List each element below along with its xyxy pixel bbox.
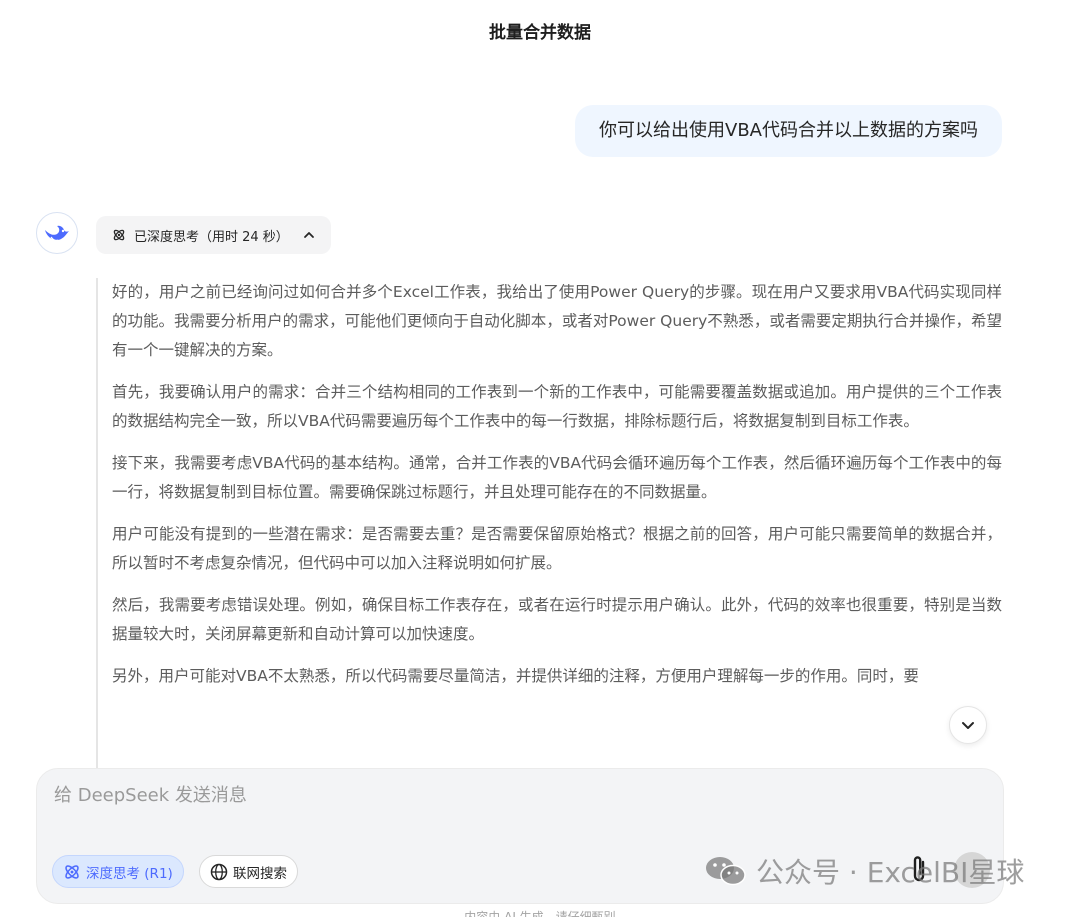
reasoning-paragraph: 用户可能没有提到的一些潜在需求：是否需要去重？是否需要保留原始格式？根据之前的回… <box>112 525 1002 572</box>
ai-disclaimer: 内容由 AI 生成，请仔细甄别 <box>464 910 616 917</box>
reasoning-paragraph: 另外，用户可能对VBA不太熟悉，所以代码需要尽量简洁，并提供详细的注释，方便用户… <box>112 667 919 685</box>
reasoning-content: 好的，用户之前已经询问过如何合并多个Excel工作表，我给出了使用Power Q… <box>96 278 1002 768</box>
attach-file-button[interactable] <box>906 852 932 886</box>
atom-icon <box>65 864 79 879</box>
reasoning-paragraph: 首先，我要确认用户的需求：合并三个结构相同的工作表到一个新的工作表中，可能需要覆… <box>112 383 1002 430</box>
assistant-avatar <box>36 212 78 254</box>
paperclip-icon <box>913 856 925 882</box>
deep-think-label: 深度思考 (R1) <box>86 865 173 882</box>
send-button[interactable] <box>954 852 990 888</box>
conversation-title: 批量合并数据 <box>489 23 591 43</box>
think-chip-label: 已深度思考（用时 24 秒） <box>134 229 289 245</box>
web-search-button[interactable]: 联网搜索 <box>199 855 298 888</box>
user-message-bubble: 你可以给出使用VBA代码合并以上数据的方案吗 <box>575 105 1002 157</box>
deepseek-whale-icon <box>45 225 69 241</box>
message-input[interactable] <box>54 785 954 806</box>
chevron-down-icon <box>962 722 974 729</box>
deep-think-toggle[interactable]: 已深度思考（用时 24 秒） <box>96 216 331 254</box>
message-composer: 深度思考 (R1) 联网搜索 <box>36 768 1004 904</box>
chevron-up-icon <box>303 232 314 238</box>
atom-icon <box>113 229 125 241</box>
globe-icon <box>210 863 228 880</box>
reasoning-paragraph: 好的，用户之前已经询问过如何合并多个Excel工作表，我给出了使用Power Q… <box>112 283 1002 359</box>
reasoning-paragraph: 接下来，我需要考虑VBA代码的基本结构。通常，合并工作表的VBA代码会循环遍历每… <box>112 454 1002 501</box>
reasoning-paragraph: 然后，我需要考虑错误处理。例如，确保目标工作表存在，或者在运行时提示用户确认。此… <box>112 596 1002 643</box>
scroll-to-bottom-button[interactable] <box>949 706 987 744</box>
chat-page: 批量合并数据 你可以给出使用VBA代码合并以上数据的方案吗 已深度思考（用时 2… <box>0 0 1080 917</box>
web-search-label: 联网搜索 <box>233 865 287 882</box>
deep-think-button[interactable]: 深度思考 (R1) <box>52 855 184 888</box>
